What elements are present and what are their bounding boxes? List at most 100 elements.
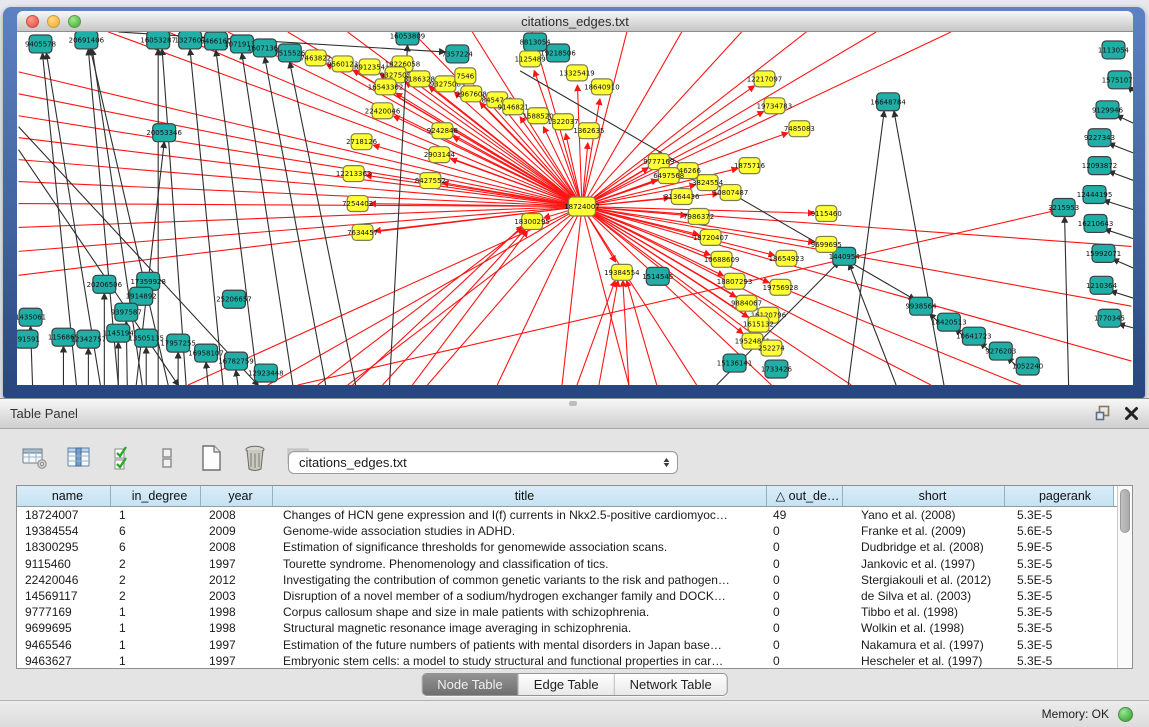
graph-node[interactable]: 1435061: [17, 308, 46, 326]
table-row[interactable]: 2242004622012Investigating the contribut…: [17, 572, 1117, 588]
table-cell[interactable]: Structural magnetic resonance image aver…: [273, 620, 767, 636]
graph-node[interactable]: 1733426: [761, 360, 792, 378]
graph-node[interactable]: 1875716: [734, 158, 765, 174]
column-header-6[interactable]: pagerank: [1005, 486, 1114, 506]
table-cell[interactable]: 1: [111, 620, 201, 636]
close-window-button[interactable]: [26, 15, 39, 28]
vertical-scrollbar[interactable]: [1117, 486, 1132, 668]
table-cell[interactable]: Estimation of the future numbers of pati…: [273, 637, 767, 653]
memory-status-indicator[interactable]: [1118, 707, 1133, 722]
table-row[interactable]: 1938455462009Genome-wide association stu…: [17, 523, 1117, 539]
graph-node[interactable]: 7357224: [442, 45, 474, 63]
table-row[interactable]: 977716911998Corpus callosum shape and si…: [17, 604, 1117, 620]
table-cell[interactable]: de Silva et al. (2003): [843, 588, 1005, 604]
table-cell[interactable]: 5.3E-5: [1005, 588, 1114, 604]
graph-node[interactable]: 15992071: [1086, 244, 1121, 262]
table-cell[interactable]: Changes of HCN gene expression and I(f) …: [273, 507, 767, 523]
table-cell[interactable]: 0: [767, 653, 843, 669]
graph-node[interactable]: 10688609: [704, 251, 739, 267]
tab-edge-table[interactable]: Edge Table: [518, 674, 614, 695]
table-cell[interactable]: 1998: [201, 604, 273, 620]
table-cell[interactable]: 2012: [201, 572, 273, 588]
table-cell[interactable]: 0: [767, 637, 843, 653]
graph-node[interactable]: 20053346: [146, 124, 181, 142]
table-cell[interactable]: 5.6E-5: [1005, 523, 1114, 539]
table-cell[interactable]: 0: [767, 523, 843, 539]
graph-node[interactable]: 18654923: [769, 250, 804, 266]
graph-node[interactable]: 18420513: [931, 313, 966, 331]
graph-node[interactable]: 9129946: [1092, 101, 1123, 119]
table-cell[interactable]: 1: [111, 507, 201, 523]
table-cell[interactable]: 6: [111, 523, 201, 539]
table-cell[interactable]: Tourette syndrome. Phenomenology and cla…: [273, 556, 767, 572]
graph-node[interactable]: 1210364: [1086, 276, 1118, 294]
column-header-3[interactable]: title: [273, 486, 767, 506]
tab-network-table[interactable]: Network Table: [614, 674, 727, 695]
graph-node[interactable]: 1113054: [1098, 41, 1130, 59]
table-cell[interactable]: 1: [111, 637, 201, 653]
graph-node[interactable]: 9227343: [1084, 129, 1115, 147]
table-cell[interactable]: Corpus callosum shape and size in male p…: [273, 604, 767, 620]
table-cell[interactable]: Tibbo et al. (1998): [843, 604, 1005, 620]
table-cell[interactable]: Jankovic et al. (1997): [843, 556, 1005, 572]
table-row[interactable]: 1830029562008Estimation of significance …: [17, 539, 1117, 555]
column-header-0[interactable]: name: [17, 486, 111, 506]
float-panel-icon[interactable]: [1095, 405, 1112, 426]
graph-node[interactable]: 12093872: [1082, 157, 1117, 175]
column-visibility-icon[interactable]: [64, 444, 94, 472]
table-cell[interactable]: 9463627: [17, 653, 111, 669]
table-selector-dropdown[interactable]: citations_edges.txt ▲▼: [288, 451, 678, 474]
table-cell[interactable]: 18724007: [17, 507, 111, 523]
table-cell[interactable]: 2: [111, 588, 201, 604]
table-cell[interactable]: 49: [767, 507, 843, 523]
graph-node[interactable]: 2903144: [424, 147, 456, 163]
row-selection-icon[interactable]: [108, 444, 138, 472]
graph-node[interactable]: 10641723: [956, 327, 991, 345]
table-cell[interactable]: 0: [767, 539, 843, 555]
table-cell[interactable]: Embryonic stem cells: a model to study s…: [273, 653, 767, 669]
graph-node[interactable]: 19384554: [604, 264, 640, 280]
table-cell[interactable]: 2: [111, 572, 201, 588]
table-row[interactable]: 969969511998Structural magnetic resonanc…: [17, 620, 1117, 636]
network-canvas[interactable]: 9405578206914061605328713276076466160107…: [17, 32, 1133, 385]
graph-node[interactable]: 7546: [455, 68, 476, 84]
column-header-4[interactable]: △ out_de…: [767, 486, 843, 506]
graph-node[interactable]: 7485083: [784, 121, 815, 137]
graph-node[interactable]: 16053287: [140, 32, 175, 49]
graph-node[interactable]: 9938564: [905, 297, 937, 315]
scrollbar-thumb[interactable]: [1120, 489, 1130, 533]
column-header-1[interactable]: in_degree: [111, 486, 201, 506]
table-row[interactable]: 1872400712008Changes of HCN gene express…: [17, 507, 1117, 523]
table-cell[interactable]: 5.3E-5: [1005, 620, 1114, 636]
table-cell[interactable]: Wolkin et al. (1998): [843, 620, 1005, 636]
table-cell[interactable]: 0: [767, 604, 843, 620]
graph-node[interactable]: 9405578: [25, 35, 56, 53]
close-panel-icon[interactable]: [1124, 406, 1139, 426]
table-cell[interactable]: Genome-wide association studies in ADHD.: [273, 523, 767, 539]
table-cell[interactable]: 22420046: [17, 572, 111, 588]
column-header-5[interactable]: short: [843, 486, 1005, 506]
node-layer[interactable]: 9405578206914061605328713276076466160107…: [17, 32, 1133, 382]
tab-node-table[interactable]: Node Table: [422, 674, 518, 695]
table-cell[interactable]: 5.5E-5: [1005, 572, 1114, 588]
split-pane-divider-handle[interactable]: [569, 401, 577, 406]
graph-node[interactable]: 21364436: [664, 189, 699, 205]
network-window-titlebar[interactable]: citations_edges.txt: [17, 11, 1133, 32]
table-cell[interactable]: Franke et al. (2009): [843, 523, 1005, 539]
graph-node[interactable]: 9115460: [811, 206, 842, 222]
graph-node[interactable]: 9276203: [985, 342, 1016, 360]
graph-node[interactable]: 9242848: [427, 123, 458, 139]
graph-node[interactable]: 252274: [758, 340, 785, 356]
graph-node[interactable]: 12217097: [747, 71, 782, 87]
graph-node[interactable]: 7986372: [683, 209, 714, 225]
column-header-2[interactable]: year: [201, 486, 273, 506]
table-cell[interactable]: 1: [111, 653, 201, 669]
table-cell[interactable]: Estimation of significance thresholds fo…: [273, 539, 767, 555]
table-row[interactable]: 911546021997Tourette syndrome. Phenomeno…: [17, 556, 1117, 572]
graph-node[interactable]: 1052240: [1012, 357, 1043, 375]
table-settings-icon[interactable]: [20, 444, 50, 472]
table-cell[interactable]: Disruption of a novel member of a sodium…: [273, 588, 767, 604]
table-cell[interactable]: 1997: [201, 637, 273, 653]
graph-node[interactable]: 18300295: [514, 213, 549, 229]
graph-node[interactable]: 1770345: [1094, 309, 1125, 327]
